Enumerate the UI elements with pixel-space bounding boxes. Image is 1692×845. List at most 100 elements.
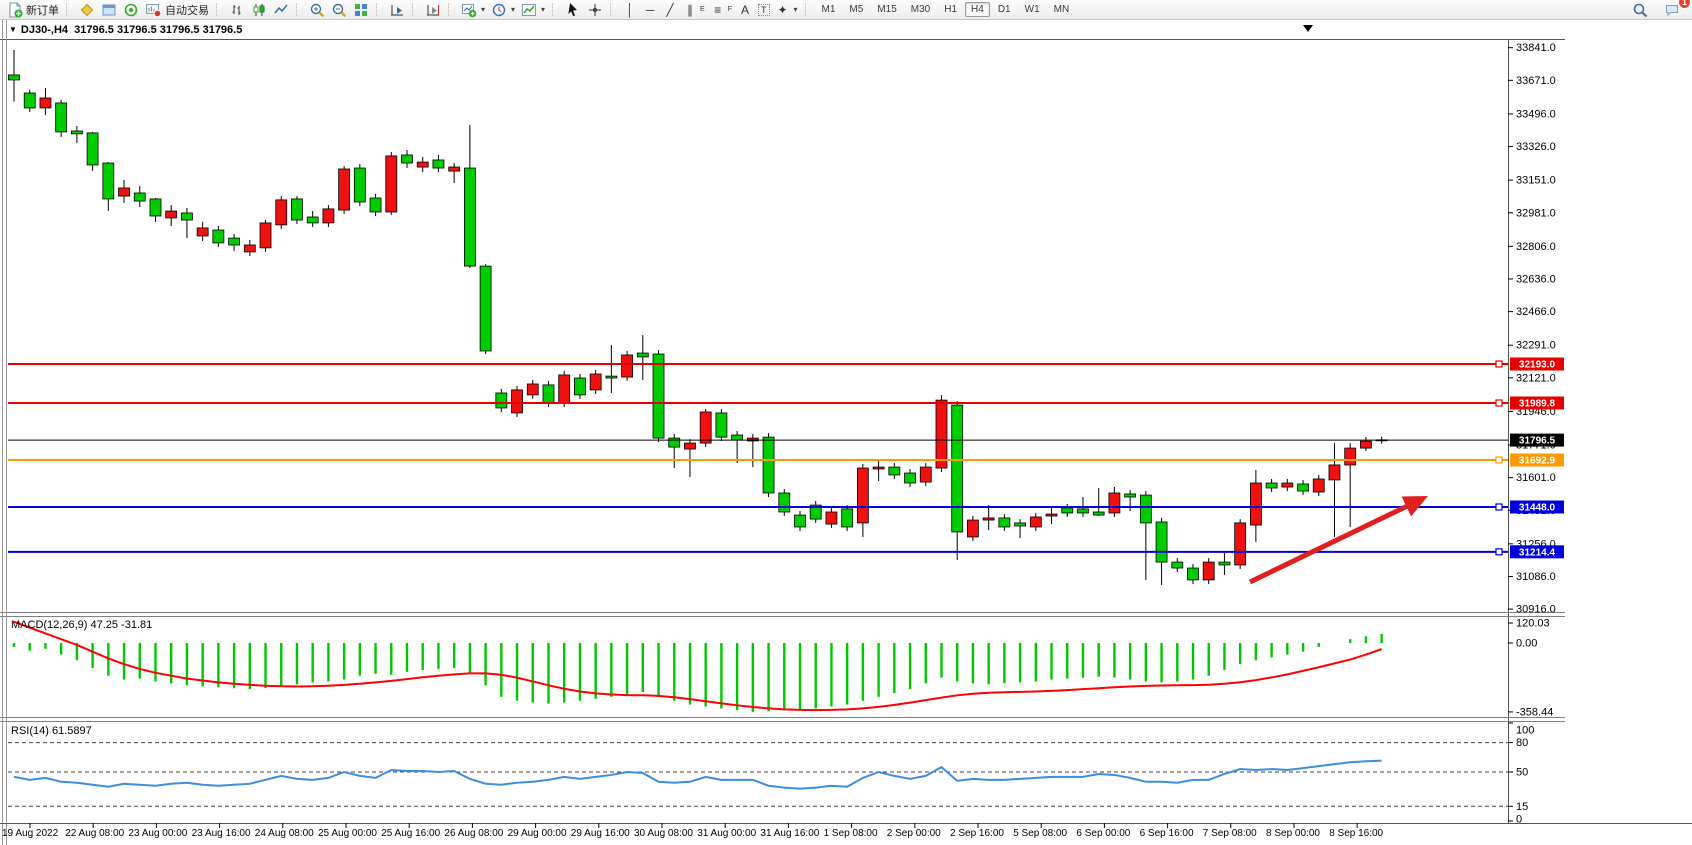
chart-canvas[interactable]: 33841.033671.033496.033326.033151.032981… [0,0,1692,845]
crosshair-button[interactable] [584,1,606,19]
timeframe-m15[interactable]: M15 [871,2,902,17]
strategy-tester-button[interactable] [120,1,142,19]
timeframe-d1[interactable]: D1 [992,2,1017,17]
candles-chart-icon [251,2,267,18]
text-button[interactable]: A [735,1,755,19]
channel-button[interactable]: ∥E [680,1,708,19]
autotrading-button[interactable]: 自动交易 [142,1,212,19]
new-chart-button[interactable]: ▾ [458,1,488,19]
svg-text:6 Sep 00:00: 6 Sep 00:00 [1076,828,1130,839]
svg-text:19 Aug 2022: 19 Aug 2022 [2,828,59,839]
svg-text:32981.0: 32981.0 [1516,207,1556,219]
timeframe-mn[interactable]: MN [1048,2,1076,17]
timeframe-toolbar: M1M5M15M30H1H4D1W1MN [815,2,1077,17]
arrows-icon: ✦ [776,3,790,17]
vertical-line-button[interactable]: │ [620,1,640,19]
market-watch-button[interactable] [98,1,120,19]
svg-text:1 Sep 08:00: 1 Sep 08:00 [824,828,878,839]
toolbar-separator [296,3,303,16]
toolbar-separator [216,3,223,16]
svg-text:RSI(14) 61.5897: RSI(14) 61.5897 [11,725,92,737]
svg-text:0.00: 0.00 [1516,638,1537,650]
chat-button[interactable]: 1 [1661,1,1684,19]
metaeditor-button[interactable] [76,1,98,19]
indicators-button[interactable]: ▾ [518,1,548,19]
main-toolbar: 新订单 自动交易 ▾ [0,0,1692,20]
cursor-button[interactable] [562,1,584,19]
zoom-out-button[interactable] [328,1,350,19]
tile-windows-button[interactable] [350,1,372,19]
symbol-dropdown-icon[interactable]: ▼ [9,25,17,34]
autotrading-icon [145,2,162,18]
svg-text:29 Aug 16:00: 29 Aug 16:00 [571,828,630,839]
toolbar-right-group: 1 [1629,1,1692,19]
svg-text:120.03: 120.03 [1516,618,1550,630]
svg-text:30 Aug 08:00: 30 Aug 08:00 [634,828,693,839]
zoom-out-icon [331,2,347,18]
svg-text:-358.44: -358.44 [1516,706,1553,718]
new-order-button[interactable]: 新订单 [4,1,62,19]
svg-text:31989.8: 31989.8 [1519,399,1556,410]
chart-line-button[interactable] [270,1,292,19]
channel-icon: ∥ [683,3,697,17]
arrows-button[interactable]: ✦▾ [773,1,801,19]
svg-text:30916.0: 30916.0 [1516,604,1556,616]
timeframe-w1[interactable]: W1 [1019,2,1046,17]
toolbar-separator [66,3,73,16]
toolbar-separator [610,3,617,16]
timeframe-m30[interactable]: M30 [905,2,936,17]
toolbar-separator [376,3,383,16]
horizontal-line-button[interactable]: ─ [640,1,660,19]
fibonacci-button[interactable]: ≡F [708,1,735,19]
svg-text:22 Aug 08:00: 22 Aug 08:00 [65,828,124,839]
zoom-in-button[interactable] [306,1,328,19]
timeframe-m5[interactable]: M5 [843,2,869,17]
svg-text:31 Aug 16:00: 31 Aug 16:00 [760,828,819,839]
svg-text:32466.0: 32466.0 [1516,306,1556,318]
svg-text:31214.4: 31214.4 [1519,547,1556,558]
chart-shift-button[interactable] [422,1,444,19]
text-icon: A [738,3,752,17]
svg-text:32806.0: 32806.0 [1516,241,1556,253]
caret-down-icon: ▾ [541,5,545,14]
trendline-icon: ╱ [663,3,677,17]
auto-scroll-icon [389,2,405,18]
ohlc-quote-label: 31796.5 31796.5 31796.5 31796.5 [74,24,242,36]
indicators-icon [521,2,537,18]
periods-button[interactable]: ▾ [488,1,518,19]
svg-text:2 Sep 16:00: 2 Sep 16:00 [950,828,1004,839]
timeframe-h1[interactable]: H1 [938,2,963,17]
chart-bars-button[interactable] [226,1,248,19]
chart-shift-marker-icon[interactable] [1303,25,1313,32]
chart-candles-button[interactable] [248,1,270,19]
svg-text:8 Sep 16:00: 8 Sep 16:00 [1329,828,1383,839]
svg-text:25 Aug 00:00: 25 Aug 00:00 [318,828,377,839]
svg-text:29 Aug 00:00: 29 Aug 00:00 [508,828,567,839]
svg-text:6 Sep 16:00: 6 Sep 16:00 [1140,828,1194,839]
svg-text:25 Aug 16:00: 25 Aug 16:00 [381,828,440,839]
svg-text:50: 50 [1516,767,1528,779]
timeframe-h4[interactable]: H4 [965,2,990,17]
svg-text:33841.0: 33841.0 [1516,42,1556,54]
autotrading-label: 自动交易 [165,2,209,18]
text-label-button[interactable]: T [755,1,773,19]
svg-text:33671.0: 33671.0 [1516,75,1556,87]
trendline-button[interactable]: ╱ [660,1,680,19]
svg-text:33151.0: 33151.0 [1516,175,1556,187]
svg-text:32193.0: 32193.0 [1519,360,1556,371]
svg-text:31692.9: 31692.9 [1519,455,1556,466]
timeframe-m1[interactable]: M1 [816,2,842,17]
svg-text:32636.0: 32636.0 [1516,273,1556,285]
window-icon [101,2,117,18]
svg-text:31796.5: 31796.5 [1519,436,1556,447]
auto-scroll-button[interactable] [386,1,408,19]
horizontal-line-icon: ─ [643,3,657,17]
search-button[interactable] [1629,1,1651,19]
chart-header: ▼DJ30-,H4 31796.5 31796.5 31796.5 31796.… [9,24,242,36]
tile-windows-icon [353,2,369,18]
svg-text:24 Aug 08:00: 24 Aug 08:00 [255,828,314,839]
svg-text:7 Sep 08:00: 7 Sep 08:00 [1203,828,1257,839]
new-chart-icon [461,2,477,18]
toolbar-separator [552,3,559,16]
new-order-label: 新订单 [26,2,59,18]
